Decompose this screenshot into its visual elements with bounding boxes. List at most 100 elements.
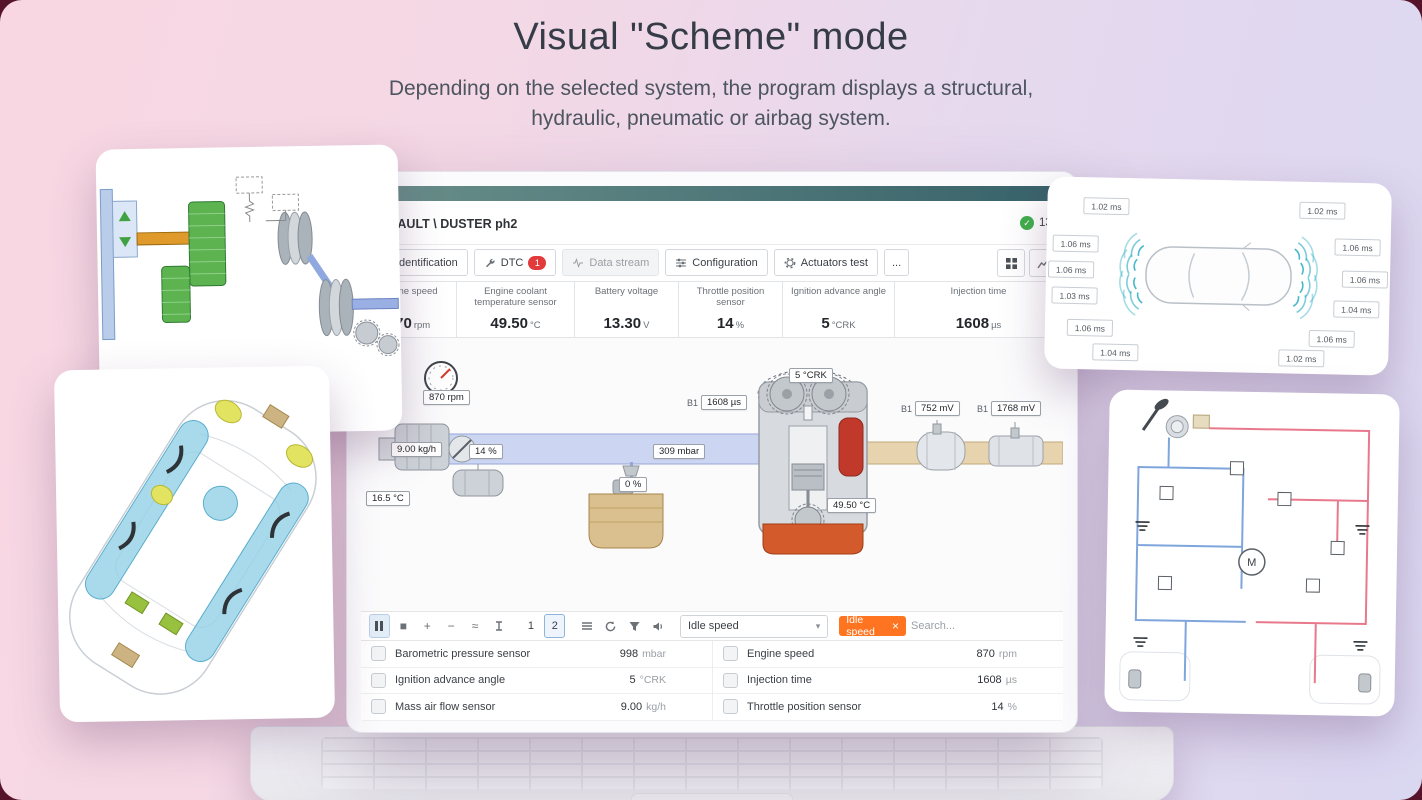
- sensor-time-label: 1.02 ms: [1278, 349, 1325, 368]
- param-card-battery-voltage[interactable]: Battery voltage 13.30 V: [575, 282, 679, 337]
- parameters-table: Barometric pressure sensor 998 mbar Igni…: [361, 641, 1063, 721]
- param-title: Injection time: [950, 286, 1007, 297]
- promo-stage: Visual "Scheme" mode Depending on the se…: [0, 0, 1422, 800]
- sensor-time-label: 1.06 ms: [1052, 234, 1099, 253]
- sensor-time-label: 1.06 ms: [1066, 318, 1114, 337]
- gear-icon: [784, 257, 796, 268]
- group-select[interactable]: Idle speed ▾: [680, 614, 829, 638]
- row-value: 9.00: [620, 700, 643, 713]
- page-subtitle: Depending on the selected system, the pr…: [388, 77, 1034, 130]
- table-column-right: Engine speed 870 rpm Injection time 1608…: [712, 641, 1063, 721]
- interval-button[interactable]: [488, 614, 509, 638]
- list-icon: [581, 622, 592, 630]
- table-row[interactable]: Injection time 1608 µs: [713, 668, 1063, 695]
- param-value: 49.50: [490, 315, 528, 332]
- smoothing-button[interactable]: ≈: [465, 614, 486, 638]
- table-row[interactable]: Barometric pressure sensor 998 mbar: [361, 641, 712, 668]
- list-view-button[interactable]: [576, 614, 597, 638]
- sensor-time-label: 1.03 ms: [1051, 286, 1098, 305]
- hydraulic-scheme-card: M: [1104, 389, 1400, 717]
- search-input[interactable]: [909, 619, 1054, 633]
- row-name: Barometric pressure sensor: [395, 647, 531, 660]
- pause-button[interactable]: [369, 614, 390, 638]
- window-top-bar: [361, 186, 1063, 201]
- tab-dtc[interactable]: DTC 1: [473, 249, 557, 276]
- page-1-button[interactable]: 1: [521, 614, 542, 638]
- param-unit: V: [643, 320, 650, 331]
- tab-data-stream-label: Data stream: [589, 256, 650, 269]
- intake-temp-callout: 16.5 °C: [366, 491, 410, 506]
- tab-actuators-test-label: Actuators test: [800, 256, 868, 269]
- o2-upstream-callout: B1 752 mV: [901, 401, 960, 416]
- param-card-throttle-position[interactable]: Throttle position sensor 14%: [679, 282, 783, 337]
- refresh-button[interactable]: [600, 614, 621, 638]
- tab-configuration-label: Configuration: [692, 256, 758, 269]
- coolant-callout: 49.50 °C: [827, 498, 877, 513]
- page-2-button[interactable]: 2: [544, 614, 566, 638]
- zoom-in-button[interactable]: +: [417, 614, 438, 638]
- row-checkbox[interactable]: [371, 646, 386, 662]
- page-title: Visual "Scheme" mode: [513, 16, 909, 58]
- check-icon: ✓: [1020, 216, 1034, 230]
- param-unit: °C: [529, 320, 541, 331]
- filter-button[interactable]: [624, 614, 645, 638]
- table-row[interactable]: Engine speed 870 rpm: [713, 641, 1063, 668]
- table-row[interactable]: Throttle position sensor 14 %: [713, 694, 1063, 721]
- more-tabs-button[interactable]: ...: [884, 249, 910, 276]
- diagnostic-app: RENAULT \ DUSTER ph2 ✓ 13. Identificatio…: [361, 186, 1063, 721]
- row-unit: kg/h: [646, 700, 666, 713]
- row-name: Ignition advance angle: [395, 674, 506, 687]
- row-name: Mass air flow sensor: [395, 700, 496, 713]
- tab-dtc-label: DTC: [500, 256, 524, 269]
- table-column-left: Barometric pressure sensor 998 mbar Igni…: [361, 641, 712, 721]
- refresh-icon: [605, 620, 616, 631]
- laptop-screen: RENAULT \ DUSTER ph2 ✓ 13. Identificatio…: [346, 171, 1078, 733]
- zoom-out-button[interactable]: −: [441, 614, 462, 638]
- param-card-injection-time[interactable]: Injection time 1608 µs: [895, 282, 1063, 337]
- sensor-time-label: 1.06 ms: [1308, 329, 1355, 348]
- grid-view-button[interactable]: [997, 249, 1025, 277]
- row-checkbox[interactable]: [371, 672, 386, 688]
- maf-callout: 9.00 kg/h: [391, 442, 443, 457]
- param-value: 5: [821, 315, 830, 332]
- row-checkbox[interactable]: [723, 672, 738, 688]
- param-title: Throttle position sensor: [696, 286, 765, 308]
- o2-downstream-callout: B1 1768 mV: [977, 401, 1042, 416]
- funnel-icon: [629, 621, 640, 631]
- sound-button[interactable]: [648, 614, 669, 638]
- egr-callout: 0 %: [619, 477, 648, 492]
- row-checkbox[interactable]: [371, 699, 386, 715]
- engine-speed-callout: 870 rpm: [423, 390, 470, 405]
- tab-configuration[interactable]: Configuration: [665, 249, 768, 276]
- row-name: Injection time: [747, 674, 812, 687]
- throttle-callout: 14 %: [469, 444, 503, 459]
- parking-sensors-card: 1.02 ms 1.06 ms 1.06 ms 1.03 ms 1.06 ms …: [1044, 176, 1392, 376]
- dtc-count-badge: 1: [528, 255, 547, 270]
- bank-prefix: B1: [901, 403, 913, 414]
- brake-pump-motor-label: M: [1247, 557, 1256, 569]
- table-row[interactable]: Mass air flow sensor 9.00 kg/h: [361, 694, 712, 721]
- sensor-time-label: 1.06 ms: [1334, 238, 1381, 257]
- tab-actuators-test[interactable]: Actuators test: [773, 249, 878, 276]
- row-checkbox[interactable]: [723, 699, 738, 715]
- row-unit: °CRK: [639, 674, 666, 687]
- tab-data-stream[interactable]: Data stream: [562, 249, 660, 276]
- param-value: 1608: [955, 315, 990, 332]
- table-row[interactable]: Ignition advance angle 5 °CRK: [361, 668, 712, 695]
- param-unit: °CRK: [831, 320, 856, 331]
- stream-icon: [573, 257, 584, 268]
- wrench-icon: [485, 258, 495, 267]
- camshaft-callout: 5 °CRK: [789, 368, 833, 383]
- engine-scheme-view: 870 rpm 9.00 kg/h 14 % 309 mbar 0 % 16.5…: [361, 338, 1063, 611]
- param-card-coolant-temp[interactable]: Engine coolant temperature sensor 49.50 °…: [457, 282, 575, 337]
- filter-tag[interactable]: Idle speed ×: [839, 614, 907, 638]
- param-value: 13.30: [603, 315, 642, 332]
- sliders-icon: [676, 258, 687, 267]
- row-checkbox[interactable]: [723, 646, 738, 662]
- close-icon[interactable]: ×: [892, 620, 899, 632]
- stream-control-bar: ■ + − ≈ 1 2 Idle speed ▾ Idle speed × Se…: [361, 611, 1063, 641]
- param-card-ignition-advance[interactable]: Ignition advance angle 5 °CRK: [783, 282, 895, 337]
- row-unit: mbar: [642, 647, 666, 660]
- app-header: RENAULT \ DUSTER ph2 ✓ 13.: [361, 201, 1063, 245]
- stop-button[interactable]: ■: [393, 614, 414, 638]
